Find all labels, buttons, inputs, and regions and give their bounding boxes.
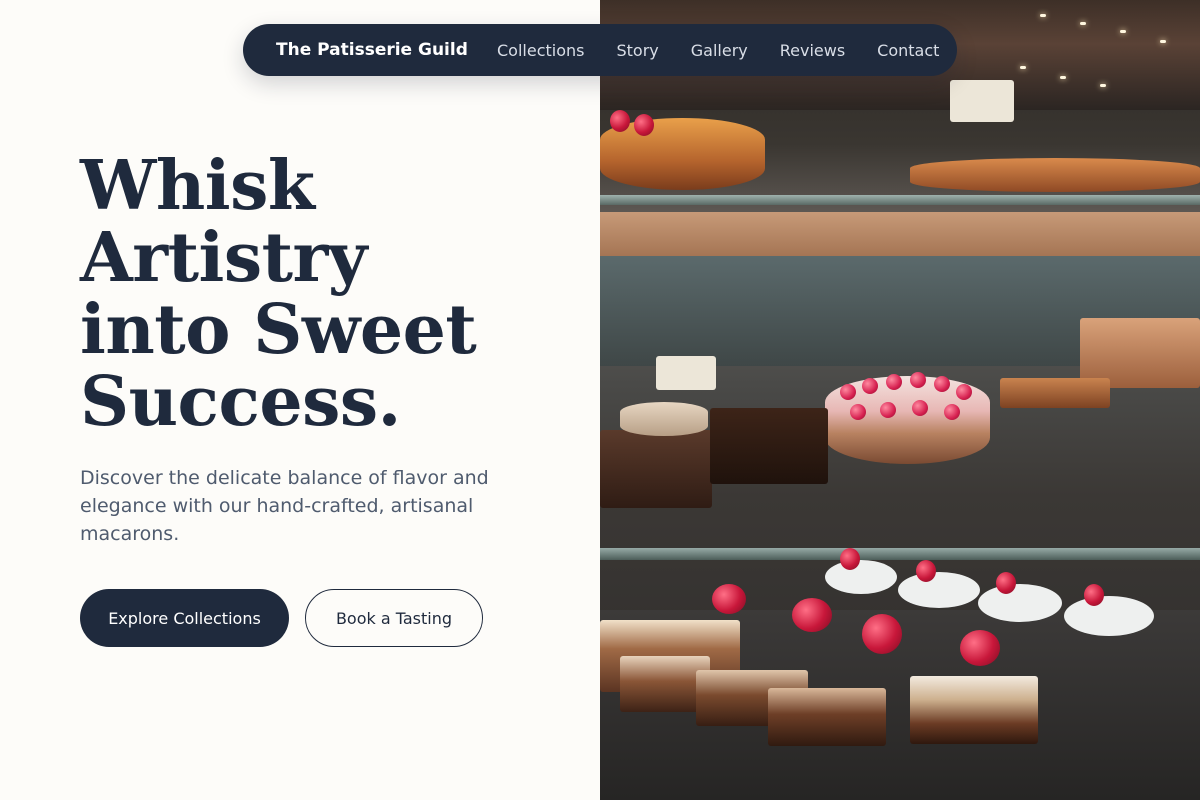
raspberry	[862, 378, 878, 394]
raspberry	[880, 402, 896, 418]
hero-headline: Whisk Artistry into Sweet Success.	[80, 150, 580, 438]
nav-link-reviews[interactable]: Reviews	[780, 41, 845, 60]
ceiling-light	[1120, 30, 1126, 33]
nav-link-collections[interactable]: Collections	[497, 41, 584, 60]
ceiling-light	[1160, 40, 1166, 43]
brand-logo-text[interactable]: The Patisserie Guild	[276, 24, 468, 76]
strawberry	[610, 110, 630, 132]
tart-slice	[1000, 378, 1110, 408]
pastry-slice	[910, 676, 1038, 744]
strawberry	[712, 584, 746, 614]
ceiling-light	[1060, 76, 1066, 79]
hero-text-section: Whisk Artistry into Sweet Success. Disco…	[0, 0, 600, 800]
raspberry	[956, 384, 972, 400]
nav-link-contact[interactable]: Contact	[877, 41, 939, 60]
strawberry	[634, 114, 654, 136]
strawberry	[916, 560, 936, 582]
strawberry	[960, 630, 1000, 666]
nav-link-story[interactable]: Story	[616, 41, 658, 60]
explore-collections-button[interactable]: Explore Collections	[80, 589, 289, 647]
raspberry	[944, 404, 960, 420]
strawberry	[792, 598, 832, 632]
main-navigation: The Patisserie Guild Collections Story G…	[243, 24, 957, 76]
headline-line: Whisk	[80, 146, 315, 226]
strawberry	[840, 548, 860, 570]
tart-row	[910, 158, 1200, 192]
strawberry	[862, 614, 902, 654]
strawberry	[1084, 584, 1104, 606]
hero-subtext: Discover the delicate balance of flavor …	[80, 467, 489, 545]
headline-line: Artistry	[80, 218, 367, 298]
raspberry	[886, 374, 902, 390]
ceiling-light	[1020, 66, 1026, 69]
ceiling-light	[1100, 84, 1106, 87]
nav-link-gallery[interactable]: Gallery	[691, 41, 748, 60]
price-tag	[656, 356, 716, 390]
nav-links: Collections Story Gallery Reviews Contac…	[497, 24, 939, 76]
chocolate-cake	[600, 430, 712, 508]
strawberry	[996, 572, 1016, 594]
raspberry	[910, 372, 926, 388]
raspberry	[840, 384, 856, 400]
headline-line: Success.	[80, 362, 401, 442]
dessert-plate	[898, 572, 980, 608]
pastry-slice	[768, 688, 886, 746]
wood-shelf-edge	[600, 212, 1200, 256]
dessert-plate	[825, 560, 897, 594]
macaron	[620, 402, 708, 436]
raspberry	[934, 376, 950, 392]
glass-shelf	[600, 548, 1200, 560]
pastry-display-photo	[600, 0, 1200, 800]
book-tasting-button[interactable]: Book a Tasting	[305, 589, 483, 647]
price-tag	[950, 80, 1014, 122]
raspberry	[850, 404, 866, 420]
ceiling-light	[1080, 22, 1086, 25]
raspberry	[912, 400, 928, 416]
ceiling-light	[1040, 14, 1046, 17]
headline-line: into Sweet	[80, 290, 477, 370]
dessert-plate	[1064, 596, 1154, 636]
chocolate-cake	[710, 408, 828, 484]
dessert-plate	[978, 584, 1062, 622]
glass-shelf	[600, 195, 1200, 205]
